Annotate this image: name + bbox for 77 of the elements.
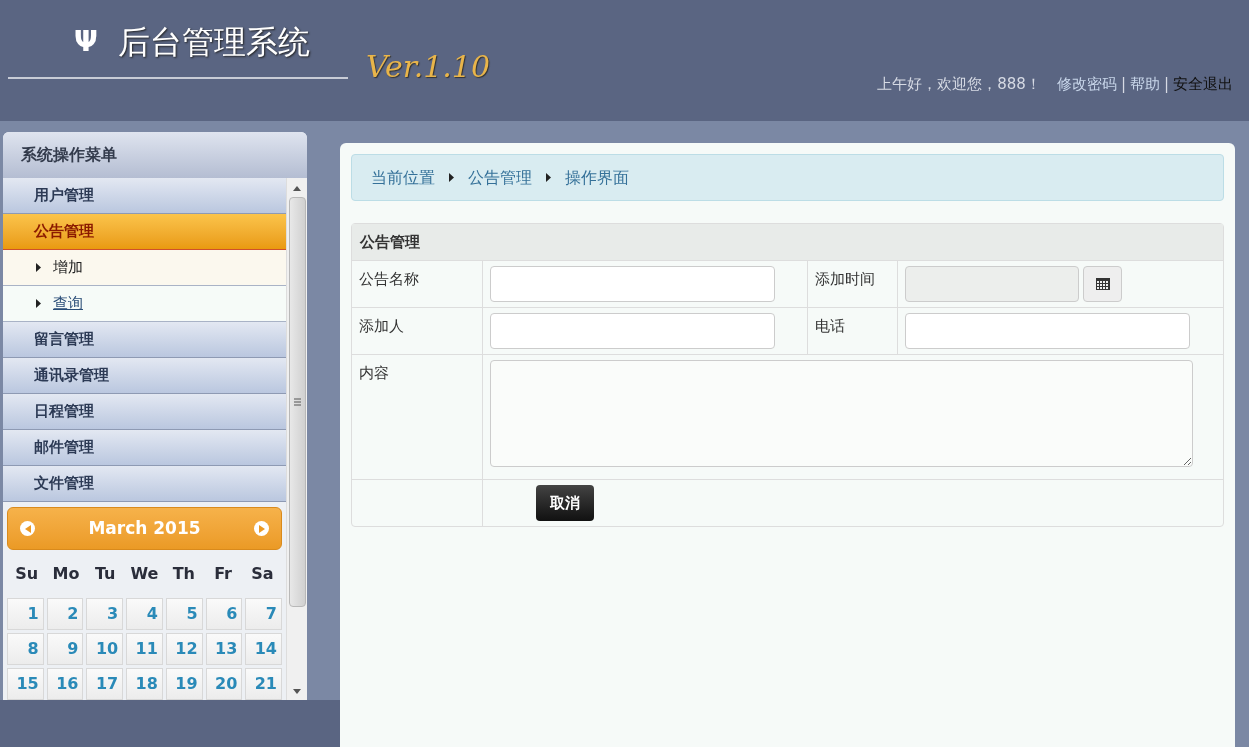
- calendar-icon: [1095, 278, 1110, 290]
- link-separator: |: [1163, 74, 1169, 95]
- weekday-label: Mo: [51, 563, 81, 585]
- calendar-month: March 2015: [88, 516, 201, 540]
- calendar-day[interactable]: 17: [86, 668, 124, 700]
- sidebar-title: 系统操作菜单: [3, 132, 307, 178]
- scroll-up-icon: [293, 186, 301, 191]
- submenu-item[interactable]: 查询: [3, 286, 286, 322]
- calendar-day[interactable]: 6: [205, 598, 243, 630]
- form-title: 公告管理: [352, 224, 1223, 260]
- link-separator: |: [1120, 74, 1126, 95]
- weekday-label: Fr: [213, 563, 233, 585]
- calendar-day[interactable]: 16: [46, 668, 84, 700]
- weekday-label: We: [129, 563, 160, 585]
- previous-month-button[interactable]: [20, 521, 35, 536]
- greeting-text: 上午好，欢迎您，888！: [877, 74, 1041, 95]
- menu-item[interactable]: 公告管理: [3, 214, 286, 250]
- menu-item[interactable]: 日程管理: [3, 394, 286, 430]
- menu-item[interactable]: 邮件管理: [3, 430, 286, 466]
- submenu-label: 查询: [53, 293, 83, 315]
- menu-item[interactable]: 通讯录管理: [3, 358, 286, 394]
- logo-glyph: Ψ: [74, 24, 98, 60]
- next-month-button[interactable]: [254, 521, 269, 536]
- calendar-day[interactable]: 7: [245, 598, 282, 630]
- field-label: 电话: [815, 317, 845, 335]
- calendar-day[interactable]: 18: [126, 668, 163, 700]
- menu-item[interactable]: 留言管理: [3, 322, 286, 358]
- calendar-day[interactable]: 19: [165, 668, 203, 700]
- calendar-day[interactable]: 9: [46, 633, 84, 665]
- caret-icon: [546, 173, 551, 182]
- calendar-day[interactable]: 15: [7, 668, 44, 700]
- breadcrumb-link[interactable]: 公告管理: [468, 165, 532, 190]
- calendar-day[interactable]: 5: [165, 598, 203, 630]
- field-label: 添加人: [359, 317, 404, 335]
- right-arrow-icon: [258, 524, 265, 533]
- weekday-label: Tu: [93, 563, 117, 585]
- calendar-day[interactable]: 1: [7, 598, 44, 630]
- logout-link[interactable]: 安全退出: [1173, 73, 1233, 96]
- grip-icon: [293, 398, 301, 406]
- header-link[interactable]: 帮助: [1129, 73, 1160, 96]
- field-label: 添加时间: [815, 270, 875, 288]
- calendar-day[interactable]: 14: [245, 633, 282, 665]
- caret-icon: [36, 263, 41, 272]
- left-arrow-icon: [24, 524, 31, 533]
- breadcrumb-link[interactable]: 当前位置: [371, 165, 435, 190]
- calendar-day[interactable]: 13: [205, 633, 243, 665]
- field-label: 内容: [359, 364, 389, 382]
- calendar-day[interactable]: 20: [205, 668, 243, 700]
- menu-item[interactable]: 用户管理: [3, 178, 286, 214]
- calendar-day[interactable]: 11: [126, 633, 163, 665]
- calendar-day[interactable]: 3: [86, 598, 124, 630]
- version-label: Ver.1.10: [366, 48, 491, 86]
- content-textarea[interactable]: [490, 360, 1193, 467]
- calendar-day[interactable]: 21: [245, 668, 282, 700]
- calendar-day[interactable]: 8: [7, 633, 44, 665]
- scroll-down-icon: [293, 689, 301, 694]
- app-title: 后台管理系统: [117, 22, 310, 63]
- menu-item[interactable]: 文件管理: [3, 466, 286, 502]
- submenu-item[interactable]: 增加: [3, 250, 286, 286]
- weekday-label: Su: [14, 563, 40, 585]
- cancel-button[interactable]: 取消: [536, 485, 594, 521]
- caret-icon: [449, 173, 454, 182]
- calendar-button[interactable]: [1083, 266, 1122, 302]
- calendar-day[interactable]: 4: [126, 598, 163, 630]
- submenu-label: 增加: [53, 257, 83, 279]
- calendar-day[interactable]: 10: [86, 633, 124, 665]
- weekday-label: Sa: [250, 563, 275, 585]
- field-label: 公告名称: [359, 270, 419, 288]
- header-link[interactable]: 修改密码: [1056, 73, 1117, 96]
- calendar-day[interactable]: 2: [46, 598, 84, 630]
- text-input-field[interactable]: [490, 266, 775, 302]
- breadcrumb-link[interactable]: 操作界面: [565, 165, 629, 190]
- calendar-day[interactable]: 12: [165, 633, 203, 665]
- text-input-field[interactable]: [905, 313, 1190, 349]
- text-input-field[interactable]: [490, 313, 775, 349]
- caret-icon: [36, 299, 41, 308]
- weekday-label: Th: [171, 563, 196, 585]
